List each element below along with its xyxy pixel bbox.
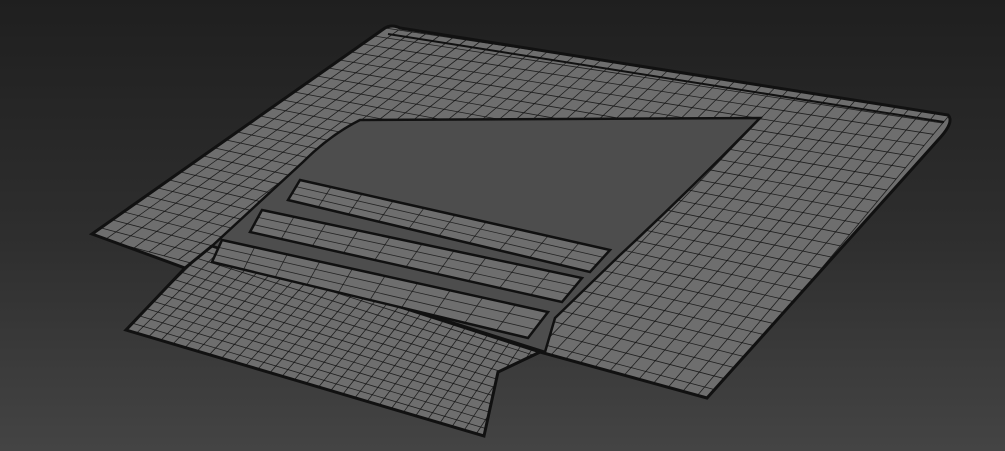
hood-wireframe-model[interactable] [0,0,1005,451]
3d-viewport[interactable] [0,0,1005,451]
